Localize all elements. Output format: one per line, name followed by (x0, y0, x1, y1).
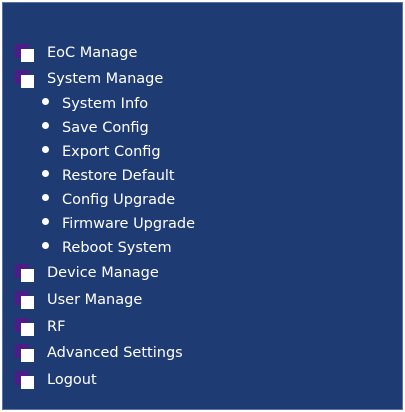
menu-item-label: User Manage (47, 291, 143, 308)
submenu-item-label: Config Upgrade (62, 192, 176, 209)
menu-item-rf[interactable]: RF (15, 315, 65, 339)
menu-item-device-manage[interactable]: Device Manage (15, 261, 159, 285)
menu-folder-icon (15, 371, 35, 389)
navigation-panel: EoC Manage System Manage System Info Sav… (2, 2, 403, 410)
menu-folder-icon (15, 344, 35, 362)
submenu-item-firmware-upgrade[interactable]: Firmware Upgrade (42, 213, 195, 236)
submenu-item-label: Export Config (62, 144, 161, 161)
menu-folder-icon (15, 264, 35, 282)
submenu-item-label: Reboot System (62, 240, 172, 257)
menu-item-label: System Manage (47, 70, 164, 87)
bullet-icon (42, 217, 49, 225)
bullet-icon (42, 145, 49, 153)
menu-item-label: RF (47, 318, 66, 335)
bullet-icon (42, 121, 49, 129)
bullet-icon (42, 169, 49, 177)
bullet-icon (42, 97, 49, 105)
menu-item-label: Device Manage (47, 264, 159, 281)
menu-item-label: Logout (47, 371, 97, 388)
menu-folder-icon (15, 44, 35, 62)
bullet-icon (42, 193, 49, 201)
submenu-item-label: Firmware Upgrade (62, 216, 196, 233)
menu-folder-icon (15, 318, 35, 336)
submenu-item-label: Restore Default (62, 168, 175, 185)
menu-item-label: EoC Manage (47, 44, 138, 61)
menu-item-eoc-manage[interactable]: EoC Manage (15, 41, 137, 65)
menu-item-system-manage[interactable]: System Manage (15, 67, 163, 91)
submenu-item-config-upgrade[interactable]: Config Upgrade (42, 189, 175, 212)
submenu-item-reboot-system[interactable]: Reboot System (42, 237, 172, 260)
menu-item-user-manage[interactable]: User Manage (15, 288, 142, 312)
submenu-item-label: System Info (62, 96, 149, 113)
menu-item-advanced-settings[interactable]: Advanced Settings (15, 341, 183, 365)
submenu-item-system-info[interactable]: System Info (42, 93, 148, 116)
menu-item-logout[interactable]: Logout (15, 368, 97, 392)
submenu-item-restore-default[interactable]: Restore Default (42, 165, 175, 188)
menu-item-label: Advanced Settings (47, 344, 183, 361)
bullet-icon (42, 241, 49, 249)
submenu-item-export-config[interactable]: Export Config (42, 141, 161, 164)
menu-folder-icon (15, 70, 35, 88)
menu-folder-icon (15, 291, 35, 309)
navigation-menu: EoC Manage System Manage System Info Sav… (3, 3, 402, 409)
submenu-item-label: Save Config (62, 120, 149, 137)
submenu-item-save-config[interactable]: Save Config (42, 117, 149, 140)
